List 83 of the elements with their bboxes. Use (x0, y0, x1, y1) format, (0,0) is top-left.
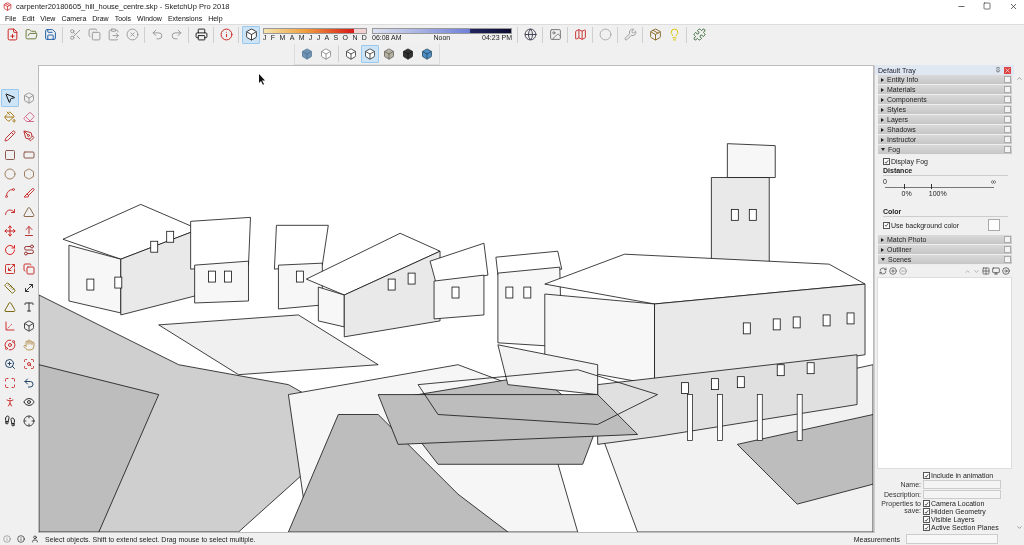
rotate-icon (3, 244, 16, 256)
map-icon (573, 28, 587, 41)
info-icon (219, 28, 233, 41)
mouse-cursor-icon (259, 74, 266, 85)
cube-icon (301, 48, 313, 60)
arrow-icon[interactable] (1002, 267, 1010, 275)
cube-icon (402, 48, 414, 60)
puzzle-icon (692, 28, 706, 41)
toolbar-button[interactable] (192, 25, 210, 44)
tool-button[interactable] (0, 89, 19, 107)
measurements-field[interactable] (906, 534, 998, 544)
close-icon (1008, 1, 1018, 11)
add-icon[interactable] (889, 267, 897, 275)
wrench-icon (623, 28, 637, 41)
clipboard-icon (106, 28, 120, 41)
monitor-icon[interactable] (992, 267, 1000, 275)
axes-icon (3, 320, 16, 332)
zoom-icon (3, 358, 16, 370)
checkbox[interactable] (923, 472, 930, 479)
cube-icon (364, 48, 376, 60)
zoom-window-icon (22, 358, 35, 370)
circle-x-icon (125, 28, 139, 41)
scissors-icon (68, 28, 82, 41)
pin-icon[interactable] (995, 67, 1001, 73)
rectangle-icon (3, 149, 16, 161)
save-icon (43, 28, 57, 41)
shadows-button[interactable] (242, 25, 260, 44)
app-icon (3, 1, 12, 11)
info-icon[interactable] (17, 535, 25, 543)
hexagon-icon (22, 168, 35, 180)
color-swatch[interactable] (988, 219, 1000, 231)
hand-icon (22, 339, 35, 351)
checkbox[interactable] (923, 500, 930, 507)
tape-measure-icon (3, 282, 16, 294)
printer-icon (194, 28, 208, 41)
copy-icon (87, 28, 101, 41)
input-field[interactable] (923, 490, 1001, 499)
file-plus-icon (5, 28, 19, 41)
eraser-icon (22, 111, 35, 123)
path-icon (22, 244, 35, 256)
time-slider[interactable] (372, 28, 512, 34)
eye-icon (22, 396, 35, 408)
date-slider[interactable] (263, 28, 367, 34)
checkbox[interactable] (923, 516, 930, 523)
checkbox[interactable] (923, 524, 930, 531)
refresh-icon[interactable] (879, 267, 887, 275)
checkbox[interactable] (883, 221, 890, 229)
paint-bucket-icon (3, 111, 16, 123)
toolbar-button[interactable] (521, 25, 539, 44)
undo-icon (150, 28, 164, 41)
text-icon (22, 301, 35, 313)
checkbox[interactable] (923, 508, 930, 515)
scale-icon (3, 263, 16, 275)
box-icon (648, 28, 662, 41)
cube-icon (22, 92, 35, 104)
rectangle-icon (22, 149, 35, 161)
image-icon (548, 28, 562, 41)
cube-icon (320, 48, 332, 60)
footprints-icon (3, 415, 16, 427)
grid-icon[interactable] (982, 267, 990, 275)
circle-icon (598, 28, 612, 41)
cube-icon (345, 48, 357, 60)
style-button[interactable] (361, 45, 379, 63)
cursor-icon (3, 92, 16, 104)
cube-icon (244, 28, 258, 41)
dimension-icon (22, 282, 35, 294)
globe-icon (523, 28, 537, 41)
move-icon (3, 225, 16, 237)
circle-icon (3, 168, 16, 180)
close-icon[interactable] (1004, 66, 1011, 74)
maximize-icon (983, 2, 991, 10)
checkbox[interactable] (883, 158, 890, 165)
redo-icon (169, 28, 183, 41)
input-field[interactable] (923, 480, 1001, 489)
orbit-icon (3, 339, 16, 351)
folder-icon (24, 28, 38, 41)
user-icon[interactable] (31, 535, 39, 543)
zoom-extents-icon (3, 377, 16, 389)
cube-icon (421, 48, 433, 60)
push-pull-icon (22, 225, 35, 237)
cube-icon (383, 48, 395, 60)
pencil-icon (3, 130, 16, 142)
crosshair-icon (22, 415, 35, 427)
